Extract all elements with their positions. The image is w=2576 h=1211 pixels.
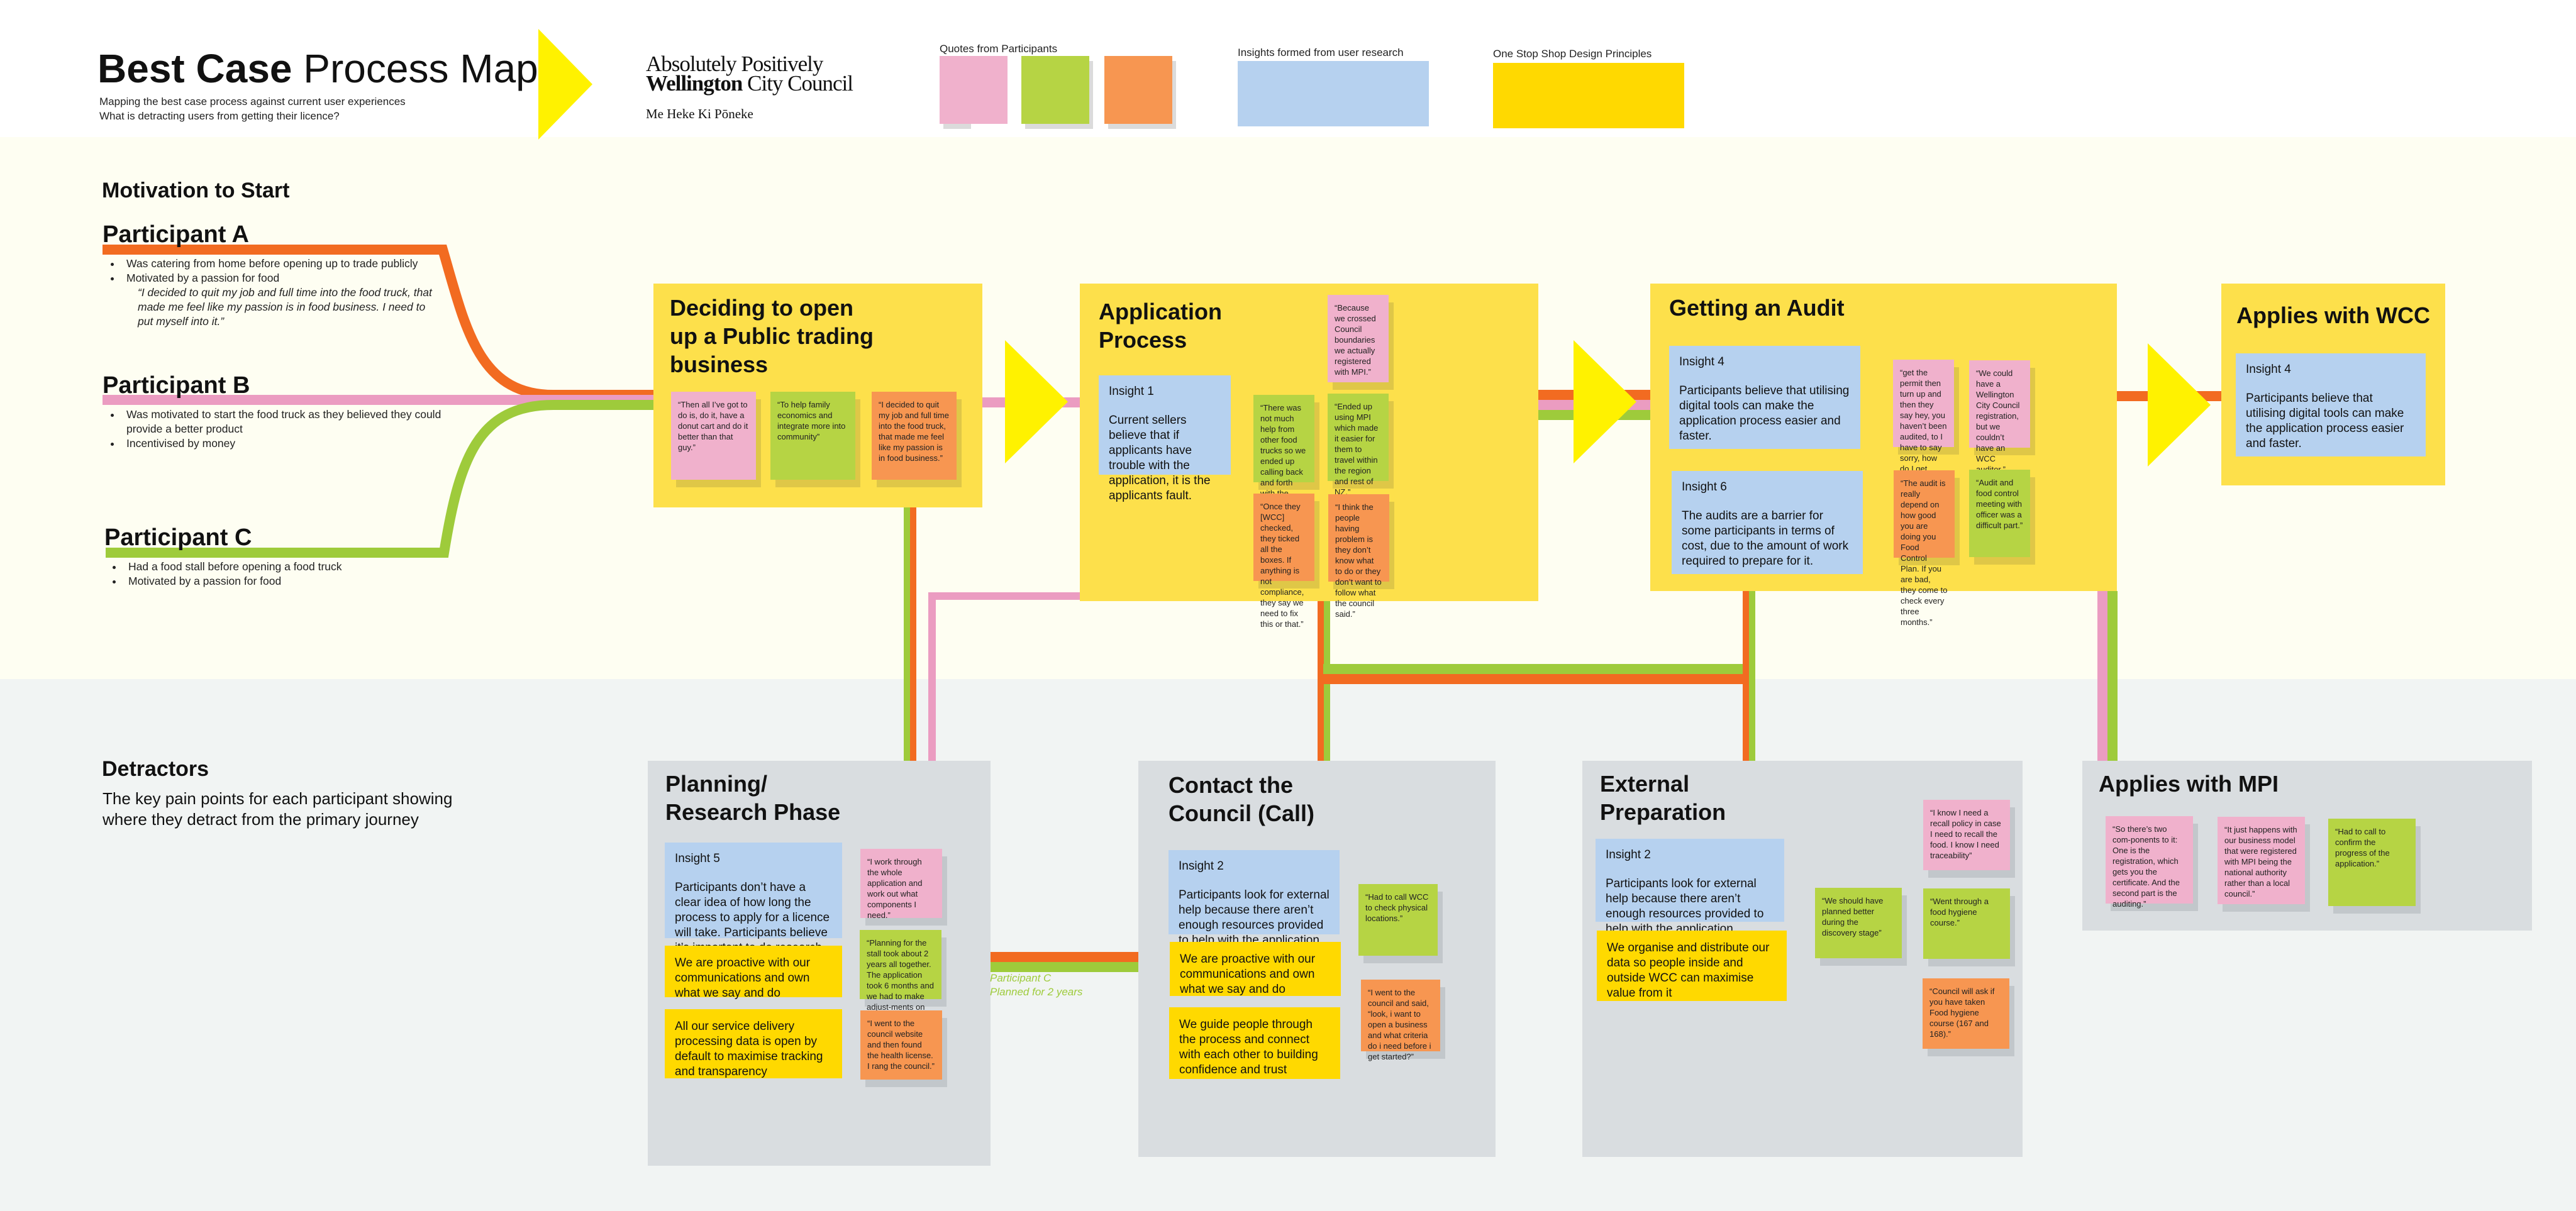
pink-application-to-planning <box>928 592 1082 762</box>
insight-card: Insight 6 The audits are a barrier for s… <box>1672 471 1863 574</box>
stage-title: External Preparation <box>1600 771 1726 825</box>
insight-text: Participants believe that utilising digi… <box>2246 392 2404 450</box>
quote-note: “Then all I’ve got to do is, do it, have… <box>671 392 756 480</box>
side-note-line-2: Planned for 2 years <box>990 986 1083 998</box>
participant-c-details: Had a food stall before opening a food t… <box>104 560 457 589</box>
participant-a-bullet: Was catering from home before opening up… <box>121 257 455 271</box>
insight-text: The audits are a barrier for some partic… <box>1682 509 1849 568</box>
insight-label: Insight 4 <box>2246 363 2291 376</box>
principle-card: We are proactive with our communications… <box>665 946 842 1000</box>
participant-b-bullet: Was motivated to start the food truck as… <box>121 407 467 436</box>
stage-arrow-icon <box>2148 343 2211 467</box>
principle-card: We guide people through the process and … <box>1169 1007 1340 1079</box>
insight-card: Insight 4 Participants believe that util… <box>2236 353 2426 456</box>
quote-note: “There was not much help from other food… <box>1253 395 1314 509</box>
participant-c-bullet: Motivated by a passion for food <box>123 574 457 589</box>
detractor-planning: Planning/ Research Phase Insight 5 Parti… <box>648 761 991 1166</box>
stage-arrow-icon <box>1574 340 1636 463</box>
quote-note: “I think the people having problem is th… <box>1328 494 1389 619</box>
quote-note: “Went through a food hygiene course.” <box>1923 888 2010 959</box>
participant-b-heading: Participant B <box>103 372 250 399</box>
stage-title: Applies with WCC <box>2236 302 2430 328</box>
insight-card: Insight 2 Participants look for external… <box>1596 839 1784 951</box>
principle-card: We organise and distribute our data so p… <box>1597 931 1787 1001</box>
stage-title: Planning/ Research Phase <box>665 771 841 825</box>
stage-arrow-icon <box>1005 340 1068 463</box>
stage-application: Application Process Insight 1 Current se… <box>1080 284 1538 629</box>
participant-a-heading: Participant A <box>103 221 249 248</box>
quote-note: “I went to the council and said, “look, … <box>1361 980 1440 1061</box>
participant-b-bullet: Incentivised by money <box>121 436 467 451</box>
insight-card: Insight 1 Current sellers believe that i… <box>1099 375 1231 502</box>
quote-note: “get the permit then turn up and then th… <box>1893 360 1954 484</box>
motivation-heading: Motivation to Start <box>102 179 290 202</box>
stage-audit: Getting an Audit Insight 4 Participants … <box>1650 284 2117 627</box>
quote-note: “Once they [WCC] checked, they ticked al… <box>1253 494 1314 629</box>
stage-title: Contact the Council (Call) <box>1169 772 1314 826</box>
insight-card: Insight 4 Participants believe that util… <box>1669 346 1860 449</box>
detractor-contact: Contact the Council (Call) Insight 2 Par… <box>1138 761 1496 1157</box>
quote-note: “We should have planned better during th… <box>1815 888 1902 958</box>
quote-note: “Had to call to confirm the progress of … <box>2328 819 2416 906</box>
quote-note: “I work through the whole application an… <box>860 849 942 920</box>
detractors-subheading: The key pain points for each participant… <box>103 789 453 829</box>
participant-a-details: Was catering from home before opening up… <box>103 257 455 329</box>
insight-label: Insight 6 <box>1682 480 1727 494</box>
insight-card: Insight 2 Participants look for external… <box>1169 850 1340 962</box>
stage-title: Applies with MPI <box>2099 771 2279 797</box>
quote-note: “The audit is really depend on how good … <box>1894 470 1955 627</box>
quote-note: “Audit and food control meeting with off… <box>1969 470 2030 557</box>
side-note-line-1: Participant C <box>990 972 1052 984</box>
insight-label: Insight 1 <box>1109 385 1154 398</box>
quote-note: “Council will ask if you have taken Food… <box>1923 978 2009 1049</box>
stage-deciding: Deciding to open up a Public trading bus… <box>653 284 982 507</box>
quote-note: “It just happens with our business model… <box>2218 817 2305 904</box>
detractors-heading: Detractors <box>102 757 209 781</box>
quote-note: “I know I need a recall policy in case I… <box>1923 800 2010 870</box>
quote-note: “Planning for the stall took about 2 yea… <box>860 930 941 1022</box>
stage-title: Getting an Audit <box>1669 295 1845 321</box>
participant-a-quote: “I decided to quit my job and full time … <box>138 286 432 328</box>
detractor-external: External Preparation Insight 2 Participa… <box>1582 761 2023 1157</box>
quote-note: “I went to the council website and then … <box>860 1010 942 1080</box>
participant-c-heading: Participant C <box>104 524 252 551</box>
insight-text: Participants believe that utilising digi… <box>1679 384 1850 443</box>
insight-card: Insight 5 Participants don’t have a clea… <box>665 843 842 970</box>
participant-b-details: Was motivated to start the food truck as… <box>103 407 467 451</box>
participant-c-side-note: Participant C Planned for 2 years <box>990 971 1082 999</box>
principle-card: All our service delivery processing data… <box>665 1009 842 1078</box>
insight-label: Insight 4 <box>1679 355 1724 368</box>
participant-a-bullet: Motivated by a passion for food <box>121 271 455 285</box>
insight-label: Insight 5 <box>675 852 720 865</box>
insight-label: Insight 2 <box>1179 860 1224 873</box>
quote-note: “We could have a Wellington City Council… <box>1969 360 2030 474</box>
principle-card: We are proactive with our communications… <box>1170 942 1341 996</box>
stage-applies-wcc: Applies with WCC Insight 4 Participants … <box>2221 284 2445 485</box>
quote-note: “Because we crossed Council boundaries w… <box>1328 295 1389 382</box>
quote-note: “So there’s two com-ponents to it: One i… <box>2106 816 2193 909</box>
insight-label: Insight 2 <box>1606 848 1651 861</box>
quote-note: “To help family economics and integrate … <box>770 392 855 480</box>
quote-note: “Ended up using MPI which made it easier… <box>1328 394 1389 497</box>
quote-note: “I decided to quit my job and full time … <box>872 392 957 480</box>
detractor-applies-mpi: Applies with MPI “So there’s two com-pon… <box>2082 761 2532 931</box>
insight-text: Current sellers believe that if applican… <box>1109 414 1211 502</box>
stage-title: Deciding to open up a Public trading bus… <box>670 295 874 377</box>
stage-title: Application Process <box>1099 299 1222 353</box>
quote-note: “Had to call WCC to check physical locat… <box>1358 884 1438 956</box>
participant-c-bullet: Had a food stall before opening a food t… <box>123 560 457 574</box>
